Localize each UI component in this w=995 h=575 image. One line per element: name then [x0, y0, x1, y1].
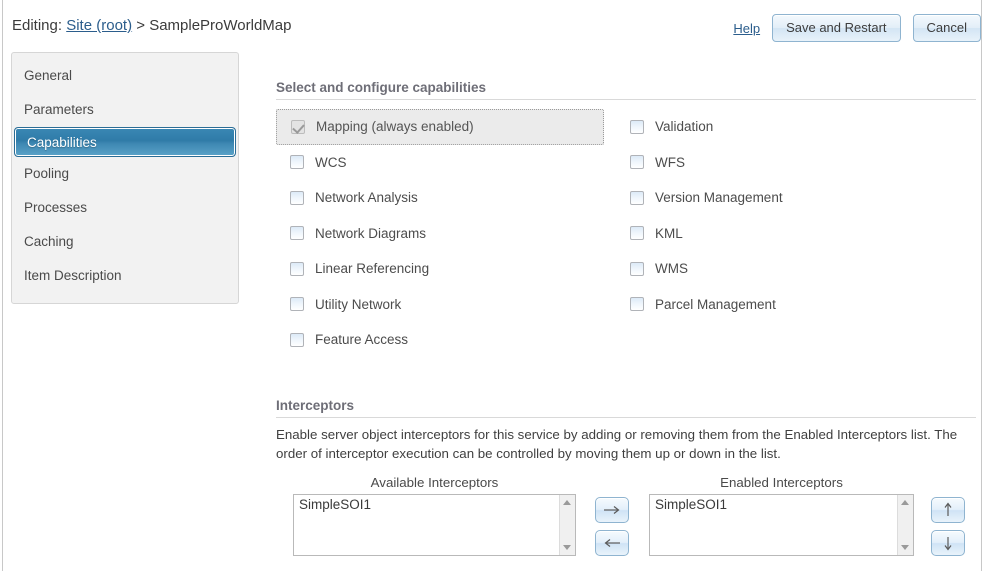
capability-row-wms[interactable]: WMS — [616, 251, 946, 287]
service-editor-page: Editing: Site (root) > SampleProWorldMap… — [0, 0, 995, 571]
checkbox-parcel-management-icon[interactable] — [630, 297, 644, 312]
scroll-up-arrow-icon[interactable] — [901, 500, 909, 505]
checkbox-wfs-icon[interactable] — [630, 155, 644, 170]
capability-row-mapping[interactable]: Mapping (always enabled) — [276, 109, 604, 145]
sidebar-item-general[interactable]: General — [12, 59, 238, 93]
checkbox-mapping-icon — [291, 119, 305, 134]
capability-label-utility-network: Utility Network — [315, 296, 402, 312]
breadcrumb-site-link[interactable]: Site (root) — [66, 17, 132, 34]
interceptors-description: Enable server object interceptors for th… — [276, 427, 958, 461]
sidebar-item-pooling[interactable]: Pooling — [12, 157, 238, 191]
scroll-down-arrow-icon[interactable] — [563, 545, 571, 550]
breadcrumb-separator: > — [136, 17, 146, 34]
move-interceptor-up-button[interactable] — [931, 497, 965, 523]
interceptor-transfer-buttons — [595, 497, 629, 556]
checkbox-linear-referencing-icon[interactable] — [290, 261, 304, 276]
page-header: Editing: Site (root) > SampleProWorldMap… — [3, 0, 981, 55]
interceptors-transfer-area: Available Interceptors SimpleSOI1 Enable… — [276, 475, 976, 575]
capability-label-wfs: WFS — [655, 154, 685, 170]
enabled-interceptors-block: Enabled Interceptors SimpleSOI1 — [649, 475, 914, 556]
checkbox-validation-icon[interactable] — [630, 119, 644, 134]
arrow-up-icon — [944, 502, 952, 516]
capability-row-wcs[interactable]: WCS — [276, 145, 604, 181]
capabilities-section-title: Select and configure capabilities — [276, 80, 976, 100]
capabilities-panel: Select and configure capabilities Mappin… — [276, 80, 976, 371]
available-interceptors-block: Available Interceptors SimpleSOI1 — [293, 475, 576, 556]
enabled-interceptors-scrollbar[interactable] — [897, 495, 913, 555]
arrow-down-icon — [944, 537, 952, 551]
capability-row-parcel-management[interactable]: Parcel Management — [616, 287, 946, 323]
save-and-restart-button[interactable]: Save and Restart — [772, 14, 901, 42]
capability-row-kml[interactable]: KML — [616, 216, 946, 252]
header-actions: Help Save and Restart Cancel — [733, 14, 981, 42]
capability-label-validation: Validation — [655, 119, 714, 135]
capability-label-network-analysis: Network Analysis — [315, 190, 418, 206]
capability-row-validation[interactable]: Validation — [616, 109, 946, 145]
list-item[interactable]: SimpleSOI1 — [650, 495, 913, 512]
cancel-button[interactable]: Cancel — [912, 14, 981, 42]
capability-row-network-analysis[interactable]: Network Analysis — [276, 180, 604, 216]
scroll-up-arrow-icon[interactable] — [563, 500, 571, 505]
capability-label-kml: KML — [655, 225, 683, 241]
settings-sidebar: General Parameters Capabilities Pooling … — [11, 52, 239, 304]
page-frame-right-border — [981, 0, 982, 571]
interceptor-order-buttons — [931, 497, 965, 556]
capability-row-network-diagrams[interactable]: Network Diagrams — [276, 216, 604, 252]
list-item[interactable]: SimpleSOI1 — [294, 495, 575, 512]
checkbox-feature-access-icon[interactable] — [290, 332, 304, 347]
capability-row-linear-referencing[interactable]: Linear Referencing — [276, 251, 604, 287]
capability-label-network-diagrams: Network Diagrams — [315, 225, 427, 241]
page-frame-left-border — [2, 0, 3, 571]
available-interceptors-listbox[interactable]: SimpleSOI1 — [293, 494, 576, 556]
capability-label-feature-access: Feature Access — [315, 332, 409, 348]
available-interceptors-caption: Available Interceptors — [370, 475, 499, 490]
capabilities-left-column: Mapping (always enabled) WCS Network Ana… — [276, 109, 604, 358]
enabled-interceptors-caption: Enabled Interceptors — [720, 475, 843, 490]
checkbox-wcs-icon[interactable] — [290, 155, 304, 170]
sidebar-item-caching[interactable]: Caching — [12, 225, 238, 259]
breadcrumb-editing-label: Editing: — [12, 17, 63, 34]
capability-row-utility-network[interactable]: Utility Network — [276, 287, 604, 323]
add-interceptor-button[interactable] — [595, 497, 629, 523]
breadcrumb: Editing: Site (root) > SampleProWorldMap — [12, 17, 291, 34]
remove-interceptor-button[interactable] — [595, 530, 629, 556]
breadcrumb-service-name: SampleProWorldMap — [149, 17, 292, 34]
help-link[interactable]: Help — [733, 21, 760, 36]
capability-row-version-management[interactable]: Version Management — [616, 180, 946, 216]
arrow-left-icon — [604, 539, 620, 547]
enabled-interceptors-listbox[interactable]: SimpleSOI1 — [649, 494, 914, 556]
capability-label-linear-referencing: Linear Referencing — [315, 261, 430, 277]
checkbox-utility-network-icon[interactable] — [290, 297, 304, 312]
checkbox-network-diagrams-icon[interactable] — [290, 226, 304, 241]
capability-label-wms: WMS — [655, 261, 688, 277]
sidebar-item-capabilities[interactable]: Capabilities — [14, 127, 236, 157]
available-interceptors-scrollbar[interactable] — [559, 495, 575, 555]
checkbox-version-management-icon[interactable] — [630, 190, 644, 205]
interceptors-panel: Interceptors Enable server object interc… — [276, 398, 976, 575]
checkbox-kml-icon[interactable] — [630, 226, 644, 241]
interceptors-section-title: Interceptors — [276, 398, 976, 418]
sidebar-item-item-description[interactable]: Item Description — [12, 259, 238, 293]
capabilities-grid: Mapping (always enabled) WCS Network Ana… — [276, 109, 976, 371]
arrow-right-icon — [604, 506, 620, 514]
capability-label-mapping: Mapping (always enabled) — [316, 119, 474, 135]
capability-label-version-management: Version Management — [655, 190, 783, 206]
sidebar-item-parameters[interactable]: Parameters — [12, 93, 238, 127]
scroll-down-arrow-icon[interactable] — [901, 545, 909, 550]
capability-label-parcel-management: Parcel Management — [655, 296, 776, 312]
move-interceptor-down-button[interactable] — [931, 530, 965, 556]
checkbox-network-analysis-icon[interactable] — [290, 190, 304, 205]
capability-row-feature-access[interactable]: Feature Access — [276, 322, 604, 358]
capability-label-wcs: WCS — [315, 154, 347, 170]
capability-row-wfs[interactable]: WFS — [616, 145, 946, 181]
capabilities-right-column: Validation WFS Version Management KML WM — [616, 109, 946, 322]
checkbox-wms-icon[interactable] — [630, 261, 644, 276]
sidebar-item-processes[interactable]: Processes — [12, 191, 238, 225]
